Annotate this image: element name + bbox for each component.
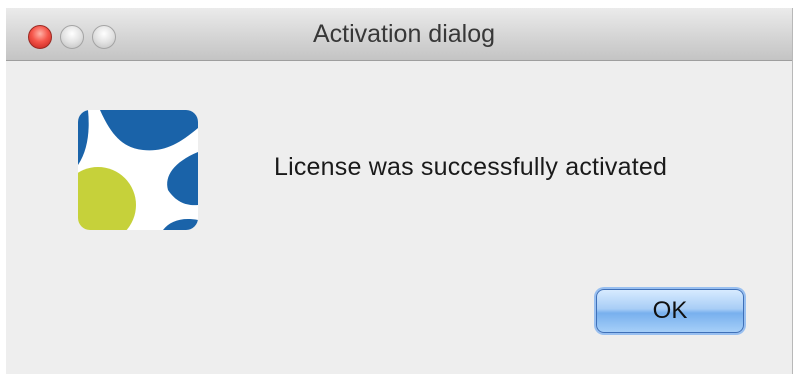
ok-button[interactable]: OK <box>596 289 744 333</box>
app-logo-icon <box>78 110 198 230</box>
dialog-window: Activation dialog License was successful… <box>6 8 793 374</box>
window-title: Activation dialog <box>312 20 496 48</box>
status-message: License was successfully activated <box>274 153 668 181</box>
title-bar[interactable]: Activation dialog <box>6 8 792 61</box>
